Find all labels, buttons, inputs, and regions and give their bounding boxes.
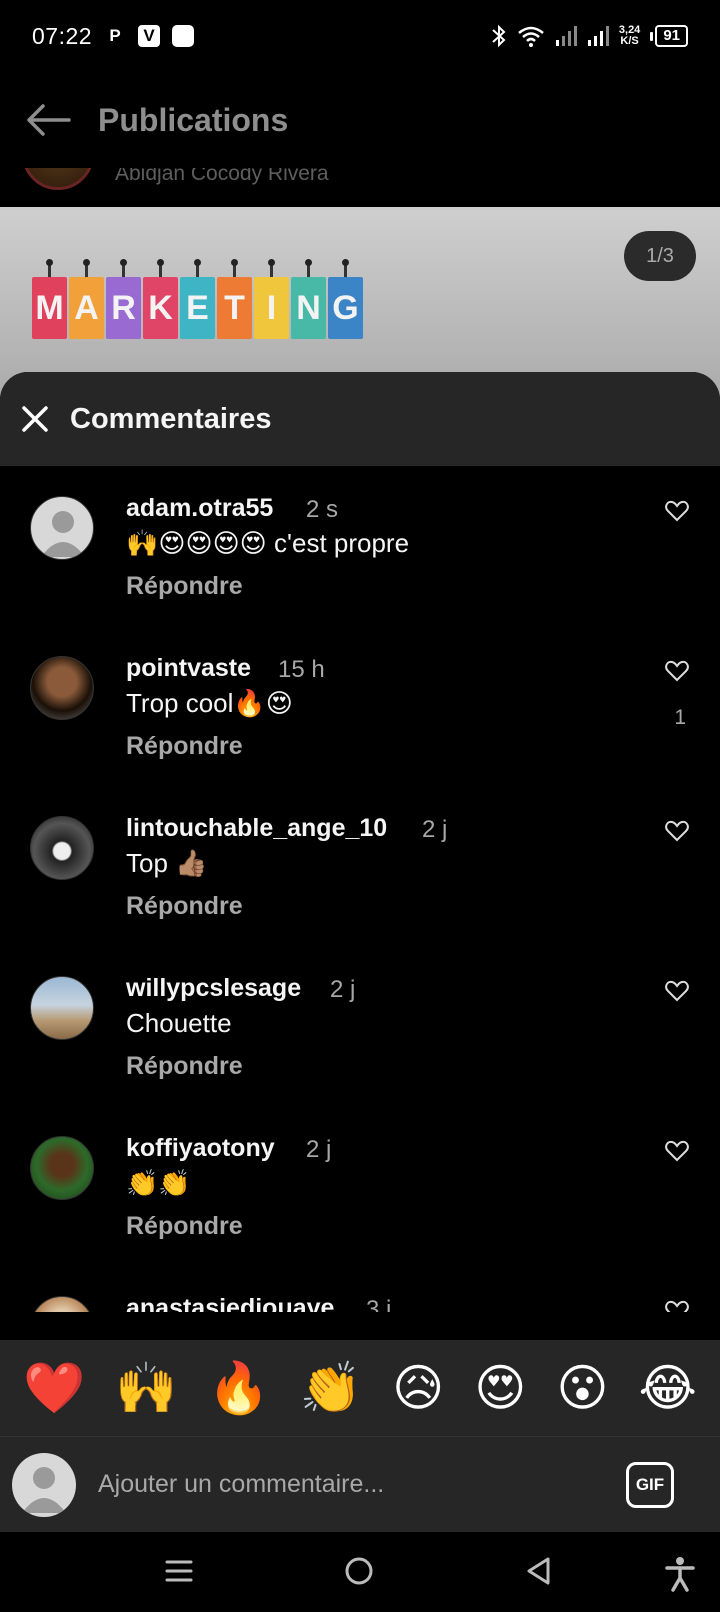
- quick-reactions-bar: ❤️ 🙌 🔥 👏 😥 😍 😮 😂: [0, 1340, 720, 1436]
- reaction-sad[interactable]: 😥: [392, 1363, 444, 1413]
- comments-sheet-header: Commentaires: [0, 372, 720, 466]
- status-bar: 07:22 P V 3,24 K/S 91: [0, 0, 720, 72]
- banner-letter: K: [143, 259, 178, 339]
- avatar[interactable]: [30, 816, 94, 880]
- heart-outline-icon[interactable]: [664, 658, 690, 684]
- top-app-bar: Publications: [0, 72, 720, 168]
- avatar[interactable]: [30, 1136, 94, 1200]
- back-triangle-icon[interactable]: [524, 1556, 554, 1586]
- battery-icon: 91: [650, 25, 688, 47]
- battery-tip: [650, 31, 654, 41]
- comment-item: pointvaste 15 h Trop cool🔥😍 Répondre 1: [0, 626, 720, 790]
- v-app-icon: V: [138, 25, 161, 47]
- comment-time: 2 s: [306, 496, 339, 523]
- reply-button[interactable]: Répondre: [126, 1212, 243, 1241]
- reaction-heart[interactable]: ❤️: [23, 1363, 85, 1413]
- comment-item: willypcslesage 2 j Chouette Répondre: [0, 946, 720, 1110]
- comment-text: Chouette: [126, 1008, 232, 1038]
- system-navigation-bar: [0, 1532, 720, 1612]
- comment-item: koffiyaotony 2 j 👏👏 Répondre: [0, 1106, 720, 1270]
- comment-time: 15 h: [278, 656, 325, 683]
- comments-list[interactable]: adam.otra55 2 s 🙌😍😍😍😍 c'est propre Répon…: [0, 466, 720, 1312]
- avatar[interactable]: [30, 656, 94, 720]
- comment-item: adam.otra55 2 s 🙌😍😍😍😍 c'est propre Répon…: [0, 466, 720, 630]
- comment-time: 2 j: [330, 976, 356, 1003]
- comment-time: 3 j: [366, 1296, 392, 1312]
- comment-item: lintouchable_ange_10 2 j Top 👍🏽 Répondre: [0, 786, 720, 950]
- accessibility-icon[interactable]: [664, 1556, 696, 1592]
- close-icon: [22, 406, 48, 432]
- reaction-laughing[interactable]: 😂: [639, 1363, 697, 1413]
- comment-text: 👏👏: [126, 1168, 191, 1198]
- banner-letter: T: [217, 259, 252, 339]
- bluetooth-icon: [492, 24, 506, 48]
- comment-username[interactable]: adam.otra55: [126, 494, 273, 523]
- signal-icon-2: [587, 26, 609, 46]
- reply-button[interactable]: Répondre: [126, 572, 243, 601]
- banner-letter: N: [291, 259, 326, 339]
- reply-button[interactable]: Répondre: [126, 892, 243, 921]
- default-avatar-icon: [22, 1466, 66, 1513]
- avatar[interactable]: [30, 976, 94, 1040]
- parking-app-icon: P: [109, 26, 121, 45]
- comment-username[interactable]: koffiyaotony: [126, 1134, 275, 1163]
- comment-username[interactable]: willypcslesage: [126, 974, 301, 1003]
- menu-icon[interactable]: [164, 1556, 194, 1586]
- close-button[interactable]: [0, 405, 70, 433]
- reaction-heart-eyes[interactable]: 😍: [474, 1363, 526, 1413]
- banner-letter: M: [32, 259, 67, 339]
- network-speed: 3,24 K/S: [619, 25, 640, 47]
- comment-username[interactable]: anastasiedjouaye: [126, 1294, 334, 1312]
- avatar[interactable]: [30, 496, 94, 560]
- heart-outline-icon[interactable]: [664, 1298, 690, 1312]
- reaction-clap[interactable]: 👏: [300, 1363, 362, 1413]
- reply-button[interactable]: Répondre: [126, 732, 243, 761]
- wifi-icon: [518, 26, 544, 47]
- heart-outline-icon[interactable]: [664, 818, 690, 844]
- comment-text: Top 👍🏽: [126, 848, 208, 878]
- comment-username[interactable]: pointvaste: [126, 654, 251, 683]
- banner-letter: A: [69, 259, 104, 339]
- home-circle-icon[interactable]: [344, 1556, 374, 1586]
- app-notification-icon: [172, 25, 195, 47]
- default-avatar-icon: [41, 511, 85, 557]
- comment-time: 2 j: [422, 816, 448, 843]
- reaction-raised-hands[interactable]: 🙌: [115, 1363, 177, 1413]
- heart-outline-icon[interactable]: [664, 978, 690, 1004]
- comments-sheet-title: Commentaires: [70, 402, 272, 435]
- banner-letter: G: [328, 259, 363, 339]
- reaction-fire[interactable]: 🔥: [208, 1363, 270, 1413]
- back-button[interactable]: [0, 103, 96, 137]
- banner-letter: E: [180, 259, 215, 339]
- battery-level: 91: [655, 25, 688, 47]
- page-title: Publications: [98, 101, 289, 138]
- comment-input[interactable]: [98, 1470, 626, 1499]
- comment-username[interactable]: lintouchable_ange_10: [126, 814, 387, 843]
- banner-letter: R: [106, 259, 141, 339]
- reply-button[interactable]: Répondre: [126, 1052, 243, 1081]
- like-count: 1: [674, 706, 686, 729]
- avatar: [12, 1452, 76, 1517]
- arrow-left-icon: [27, 104, 71, 136]
- reaction-surprised[interactable]: 😮: [556, 1363, 608, 1413]
- carousel-counter: 1/3: [624, 231, 696, 281]
- signal-icon-1: [555, 26, 577, 46]
- banner-letter: I: [254, 259, 289, 339]
- comment-item: anastasiedjouaye 3 j: [0, 1266, 720, 1312]
- comment-composer: GIF: [0, 1436, 720, 1532]
- comment-time: 2 j: [306, 1136, 332, 1163]
- gif-button[interactable]: GIF: [626, 1461, 674, 1508]
- network-speed-unit: K/S: [620, 35, 639, 47]
- status-time: 07:22: [32, 22, 93, 49]
- marketing-banner: MARKETING: [32, 259, 363, 339]
- heart-outline-icon[interactable]: [664, 498, 690, 524]
- heart-outline-icon[interactable]: [664, 1138, 690, 1164]
- avatar[interactable]: [30, 1296, 94, 1312]
- comment-text: 🙌😍😍😍😍 c'est propre: [126, 528, 410, 558]
- comment-text: Trop cool🔥😍: [126, 688, 293, 718]
